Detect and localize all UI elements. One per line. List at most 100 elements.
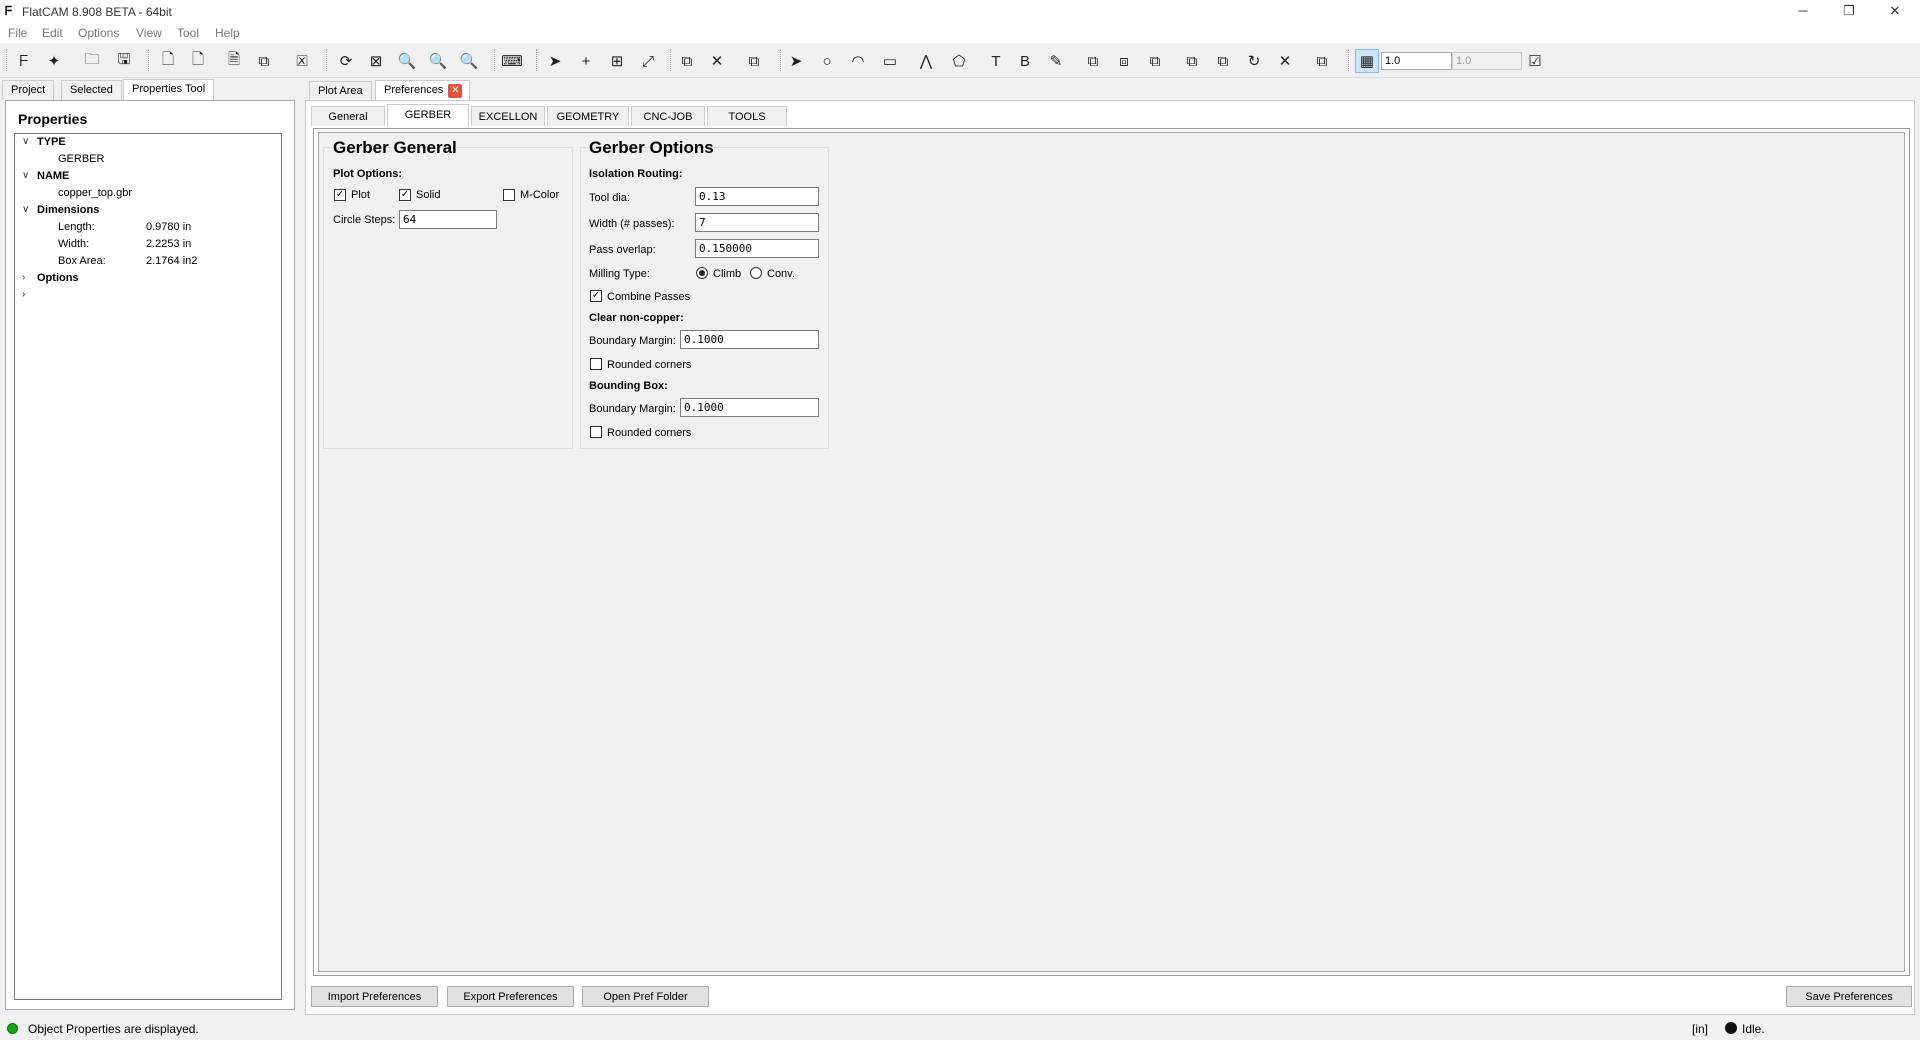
cut-icon[interactable]: ✕ <box>705 49 729 73</box>
open-gcode-icon[interactable]: 🗎 <box>222 49 246 73</box>
add-icon[interactable]: + <box>574 49 598 73</box>
tree-node-type[interactable]: ∨ TYPE <box>15 136 275 153</box>
polygon-icon[interactable]: ⬠ <box>947 49 971 73</box>
copy-object-icon[interactable]: ⧉ <box>252 49 276 73</box>
tab-project[interactable]: Project <box>2 80 55 100</box>
open-folder-icon[interactable]: 🗀 <box>80 49 104 73</box>
union-icon[interactable]: ⧉ <box>1081 49 1105 73</box>
expanded-arrow-icon[interactable]: ∨ <box>22 204 29 215</box>
cut-path-icon[interactable]: ⧉ <box>1180 49 1204 73</box>
grid-x-input[interactable] <box>1381 52 1452 70</box>
open-pref-folder-button[interactable]: Open Pref Folder <box>582 986 709 1007</box>
tab-gerber[interactable]: GERBER <box>387 104 469 127</box>
tab-selected[interactable]: Selected <box>61 80 122 100</box>
intersection-icon[interactable]: ⧈ <box>1112 49 1136 73</box>
copy-shape-icon[interactable]: ⧉ <box>1211 49 1235 73</box>
grid-lock-checkbox-icon[interactable]: ☑ <box>1523 49 1547 73</box>
boundary-margin-input-2[interactable] <box>680 398 819 417</box>
tab-cnc-job[interactable]: CNC-JOB <box>631 106 705 126</box>
tab-excellon[interactable]: EXCELLON <box>471 106 545 126</box>
tab-tools[interactable]: TOOLS <box>707 106 787 126</box>
rectangle-icon[interactable]: ▭ <box>878 49 902 73</box>
width-label: Width: <box>58 238 90 250</box>
open-excellon-icon[interactable]: 🗋 <box>186 49 210 73</box>
close-tab-icon[interactable]: ✕ <box>448 84 463 98</box>
minimize-button[interactable]: ─ <box>1780 0 1826 23</box>
open-gerber-icon[interactable]: 🗋 <box>156 49 180 73</box>
climb-radio[interactable] <box>696 267 708 279</box>
zoom-out-icon[interactable]: 🔍 <box>457 49 481 73</box>
plot-label: Plot <box>351 189 370 201</box>
subtract-icon[interactable]: ⧉ <box>1143 49 1167 73</box>
export-preferences-button[interactable]: Export Preferences <box>447 986 574 1007</box>
menu-view[interactable]: View <box>136 26 162 40</box>
circle-icon[interactable]: ○ <box>815 49 839 73</box>
save-icon[interactable]: 🖫 <box>112 49 136 73</box>
tree-node-empty[interactable]: › <box>15 289 275 306</box>
menu-options[interactable]: Options <box>78 26 119 40</box>
tab-preferences[interactable]: Preferences ✕ <box>375 80 471 101</box>
conv-radio[interactable] <box>750 267 762 279</box>
new-geometry-icon[interactable]: ✦ <box>42 49 66 73</box>
rounded-corners-checkbox-2[interactable] <box>590 426 602 438</box>
circle-steps-input[interactable] <box>399 210 497 229</box>
grid-snap-icon[interactable]: ⊞ <box>605 49 629 73</box>
width-passes-input[interactable] <box>695 213 819 232</box>
tab-properties-tool[interactable]: Properties Tool <box>123 79 215 100</box>
grid-y-input[interactable] <box>1452 52 1522 70</box>
text-icon[interactable]: T <box>984 49 1008 73</box>
status-bar: Object Properties are displayed. [in] Id… <box>0 1017 1920 1040</box>
new-project-icon[interactable]: ᖴ <box>12 49 36 73</box>
properties-panel: Properties ∨ TYPE GERBER ∨ NAME copper_t… <box>5 100 295 1010</box>
arc-icon[interactable]: ◠ <box>846 49 870 73</box>
select-tool-icon[interactable]: ➤ <box>784 49 808 73</box>
mcolor-checkbox[interactable] <box>503 189 515 201</box>
tab-geometry[interactable]: GEOMETRY <box>547 106 629 126</box>
expand-icon[interactable]: ⤢ <box>636 49 660 73</box>
combine-passes-checkbox[interactable]: ✓ <box>590 290 602 302</box>
menu-file[interactable]: File <box>8 26 27 40</box>
close-window-button[interactable]: ✕ <box>1872 0 1918 23</box>
path-icon[interactable]: ⋀ <box>914 49 938 73</box>
collapsed-arrow-icon[interactable]: › <box>22 289 25 300</box>
conv-label: Conv. <box>767 268 795 280</box>
save-preferences-button[interactable]: Save Preferences <box>1786 986 1912 1007</box>
clear-plot-icon[interactable]: ⊠ <box>364 49 388 73</box>
boundary-margin-input-1[interactable] <box>680 330 819 349</box>
menu-bar: File Edit Options View Tool Help <box>0 23 1920 43</box>
tree-node-dimensions[interactable]: ∨ Dimensions <box>15 204 275 221</box>
tab-plot-area[interactable]: Plot Area <box>309 81 372 101</box>
collapsed-arrow-icon[interactable]: › <box>22 272 25 283</box>
rotate-icon[interactable]: ↻ <box>1242 49 1266 73</box>
delete-shape-icon[interactable]: ✕ <box>1273 49 1297 73</box>
select-pointer-icon[interactable]: ➤ <box>543 49 567 73</box>
buffer-icon[interactable]: B <box>1013 49 1037 73</box>
move-icon[interactable]: ⧉ <box>742 49 766 73</box>
transform-icon[interactable]: ⧉ <box>1310 49 1334 73</box>
zoom-fit-icon[interactable]: 🔍 <box>395 49 419 73</box>
join-icon[interactable]: ⧉ <box>675 49 699 73</box>
expanded-arrow-icon[interactable]: ∨ <box>22 136 29 147</box>
tool-dia-input[interactable] <box>695 187 819 206</box>
pass-overlap-input[interactable] <box>695 239 819 258</box>
restore-button[interactable]: ❐ <box>1826 0 1872 23</box>
solid-checkbox[interactable]: ✓ <box>399 189 411 201</box>
expanded-arrow-icon[interactable]: ∨ <box>22 170 29 181</box>
delete-object-icon[interactable]: 🗵 <box>290 49 314 73</box>
menu-help[interactable]: Help <box>215 26 240 40</box>
snap-grid-icon[interactable]: ▦ <box>1355 49 1379 73</box>
tree-node-options[interactable]: › Options <box>15 272 275 289</box>
tree-node-name[interactable]: ∨ NAME <box>15 170 275 187</box>
import-preferences-button[interactable]: Import Preferences <box>311 986 438 1007</box>
tab-general[interactable]: General <box>311 106 385 126</box>
plot-checkbox[interactable]: ✓ <box>334 189 346 201</box>
shell-icon[interactable]: ⌨ <box>500 49 524 73</box>
circle-steps-label: Circle Steps: <box>333 214 396 226</box>
zoom-in-icon[interactable]: 🔍 <box>426 49 450 73</box>
properties-title: Properties <box>18 111 88 127</box>
menu-edit[interactable]: Edit <box>42 26 63 40</box>
replot-icon[interactable]: ⟳ <box>334 49 358 73</box>
paint-icon[interactable]: ✎ <box>1044 49 1068 73</box>
rounded-corners-checkbox-1[interactable] <box>590 358 602 370</box>
menu-tool[interactable]: Tool <box>177 26 199 40</box>
